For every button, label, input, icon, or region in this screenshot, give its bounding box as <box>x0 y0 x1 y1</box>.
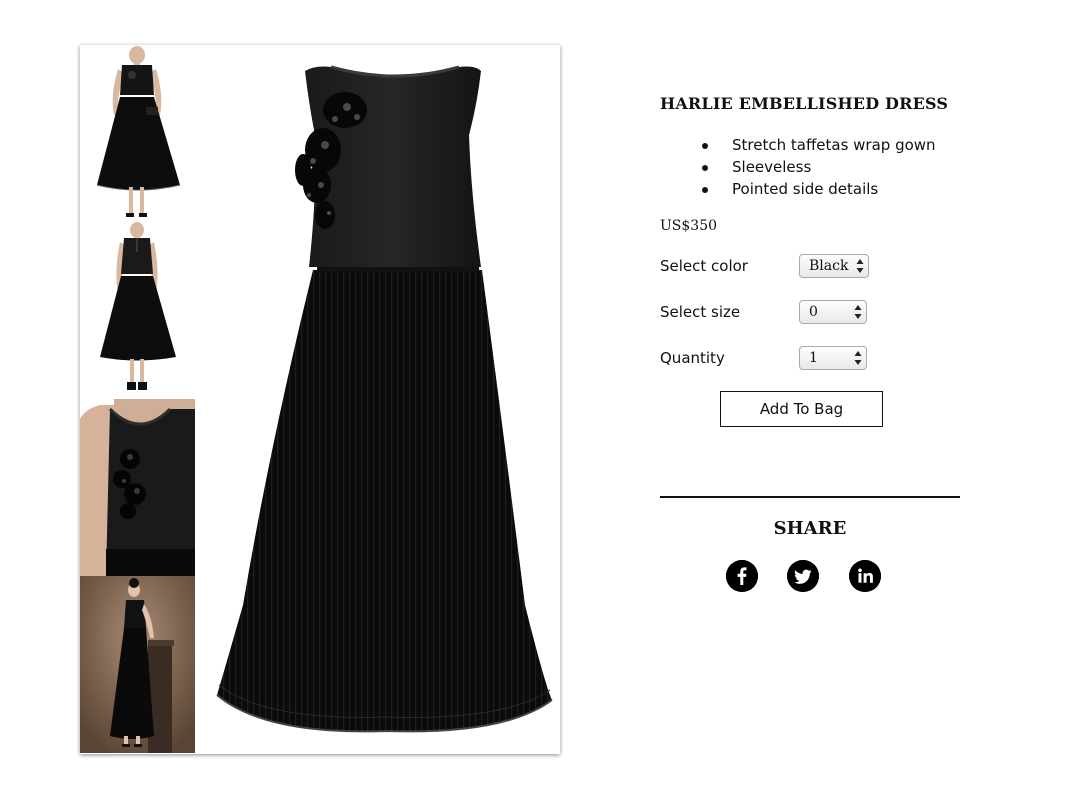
size-select-value: 0 <box>809 304 818 320</box>
product-title: HARLIE EMBELLISHED DRESS <box>660 94 949 113</box>
share-title: SHARE <box>773 518 847 539</box>
add-to-bag-button[interactable]: Add To Bag <box>720 391 883 427</box>
thumbnail-back[interactable] <box>80 222 195 399</box>
feature-list: Stretch taffetas wrap gown Sleeveless Po… <box>702 134 936 200</box>
linkedin-icon[interactable] <box>849 560 881 592</box>
thumbnail-lifestyle[interactable] <box>80 576 195 753</box>
facebook-icon[interactable] <box>726 560 758 592</box>
quantity-option-row: Quantity 1 <box>660 346 880 372</box>
thumbnail-detail[interactable] <box>80 399 195 576</box>
quantity-select-value: 1 <box>809 350 818 366</box>
thumbnail-list <box>80 45 195 754</box>
feature-item: Stretch taffetas wrap gown <box>702 136 936 154</box>
size-label: Select size <box>660 303 741 321</box>
select-arrows-icon <box>854 305 862 319</box>
twitter-icon[interactable] <box>787 560 819 592</box>
quantity-select[interactable]: 1 <box>799 346 867 370</box>
size-select[interactable]: 0 <box>799 300 867 324</box>
main-product-image <box>205 45 560 754</box>
select-arrows-icon <box>856 259 864 273</box>
thumbnail-front[interactable] <box>80 45 195 222</box>
divider <box>660 496 960 498</box>
size-option-row: Select size 0 <box>660 300 880 326</box>
select-arrows-icon <box>854 351 862 365</box>
quantity-label: Quantity <box>660 349 725 367</box>
product-price: US$350 <box>660 218 718 234</box>
color-select-value: Black <box>809 258 849 274</box>
feature-item: Sleeveless <box>702 156 936 178</box>
color-option-row: Select color Black <box>660 254 880 280</box>
product-gallery <box>80 45 560 754</box>
feature-item: Pointed side details <box>702 178 936 200</box>
color-label: Select color <box>660 257 748 275</box>
color-select[interactable]: Black <box>799 254 869 278</box>
